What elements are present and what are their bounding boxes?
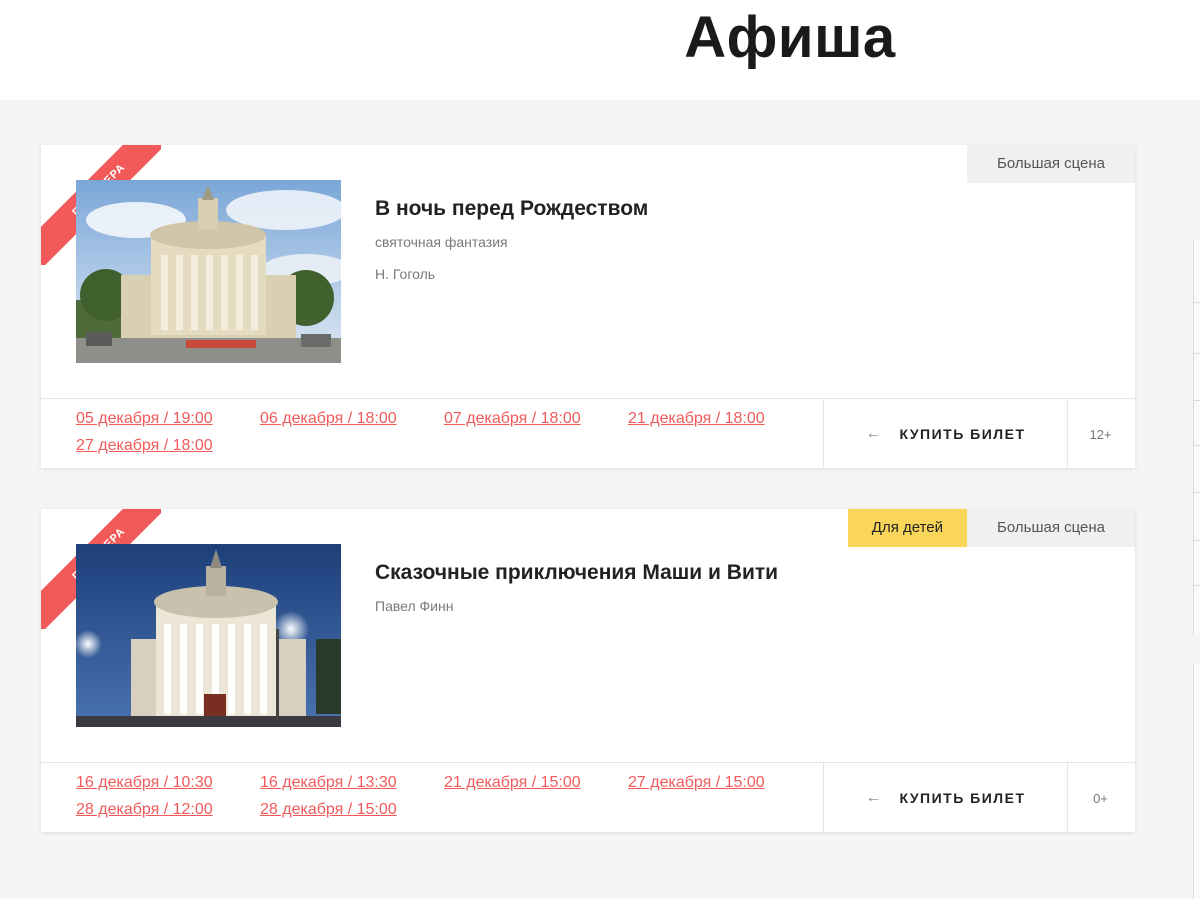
arrow-left-icon: ← <box>865 425 882 442</box>
arrow-left-icon: ← <box>865 789 882 806</box>
event-genre: святочная фантазия <box>375 234 508 250</box>
page-title: Афиша <box>684 5 896 70</box>
theatre-night-photo <box>76 544 341 727</box>
showtime-link[interactable]: 16 декабря / 10:30 <box>76 771 260 794</box>
event-tags: Большая сцена <box>967 145 1135 183</box>
page-header: Афиша <box>0 0 1200 100</box>
event-tags: Для детей Большая сцена <box>847 509 1135 547</box>
showtime-link[interactable]: 27 декабря / 15:00 <box>628 771 812 794</box>
showtime-link[interactable]: 07 декабря / 18:00 <box>444 407 628 430</box>
buy-ticket-label: КУПИТЬ БИЛЕТ <box>899 426 1026 442</box>
buy-ticket-label: КУПИТЬ БИЛЕТ <box>899 790 1026 806</box>
kids-tag: Для детей <box>847 509 968 547</box>
showtime-link[interactable]: 28 декабря / 12:00 <box>76 798 260 821</box>
showtime-link[interactable]: 16 декабря / 13:30 <box>260 771 444 794</box>
event-title[interactable]: В ночь перед Рождеством <box>375 197 648 221</box>
theatre-day-photo <box>76 180 341 363</box>
side-panel-edge <box>1193 240 1200 635</box>
event-card: ПРЕМЬЕРА <box>41 509 1135 832</box>
stage-tag: Большая сцена <box>967 145 1135 183</box>
event-bottom-bar: 16 декабря / 10:30 16 декабря / 13:30 21… <box>41 762 1135 832</box>
stage-tag: Большая сцена <box>967 509 1135 547</box>
event-card: ПРЕМЬЕРА <box>41 145 1135 468</box>
showtime-link[interactable]: 06 декабря / 18:00 <box>260 407 444 430</box>
showtimes: 05 декабря / 19:00 06 декабря / 18:00 07… <box>76 407 826 457</box>
event-title[interactable]: Сказочные приключения Маши и Вити <box>375 561 778 585</box>
showtime-link[interactable]: 05 декабря / 19:00 <box>76 407 260 430</box>
age-rating: 12+ <box>1089 426 1112 442</box>
event-bottom-bar: 05 декабря / 19:00 06 декабря / 18:00 07… <box>41 398 1135 468</box>
showtime-link[interactable]: 27 декабря / 18:00 <box>76 434 260 457</box>
event-author: Н. Гоголь <box>375 266 436 282</box>
event-author: Павел Финн <box>375 598 454 614</box>
event-photo[interactable] <box>76 544 341 727</box>
buy-ticket-button[interactable]: ← КУПИТЬ БИЛЕТ <box>823 399 1068 468</box>
showtime-link[interactable]: 21 декабря / 15:00 <box>444 771 628 794</box>
side-panel-edge <box>1193 663 1200 899</box>
buy-ticket-button[interactable]: ← КУПИТЬ БИЛЕТ <box>823 763 1068 832</box>
age-rating: 0+ <box>1093 790 1108 806</box>
showtime-link[interactable]: 21 декабря / 18:00 <box>628 407 812 430</box>
event-photo[interactable] <box>76 180 341 363</box>
showtimes: 16 декабря / 10:30 16 декабря / 13:30 21… <box>76 771 826 821</box>
showtime-link[interactable]: 28 декабря / 15:00 <box>260 798 444 821</box>
